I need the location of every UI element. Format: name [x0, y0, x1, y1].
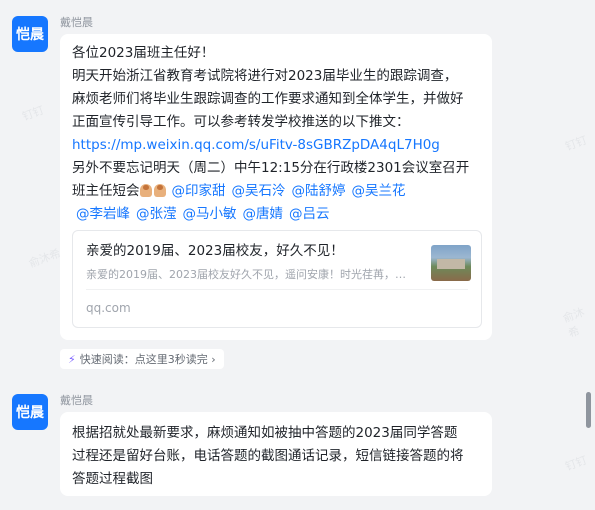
card-title: 亲爱的2019届、2023届校友，好久不见！: [86, 243, 344, 259]
card-thumbnail: [431, 245, 471, 281]
message-line: 麻烦老师们将毕业生跟踪调查的工作要求通知到全体学生，并做好: [72, 91, 464, 107]
watermark: 钉钉: [563, 133, 589, 154]
card-source: qq.com: [86, 301, 131, 315]
link-preview-card[interactable]: 亲爱的2019届、2023届校友，好久不见！ 亲爱的2019届、2023届校友好…: [72, 230, 482, 328]
watermark: 俞沐希: [561, 305, 587, 341]
fist-emoji-icon: [153, 184, 166, 197]
message-line: 正面宣传引导工作。可以参考转发学校推送的以下推文：: [72, 114, 410, 130]
message-line: 明天开始浙江省教育考试院将进行对2023届毕业生的跟踪调查，: [72, 68, 458, 84]
scrollbar-thumb[interactable]: [586, 392, 591, 428]
fist-emoji-icon: [139, 184, 152, 197]
message-line: 过程还是留好台账，电话答题的截图通话记录，短信链接答题的将: [72, 448, 464, 464]
quick-read-label: 快速阅读：点这里3秒读完 ›: [79, 353, 216, 366]
article-link[interactable]: https://mp.weixin.qq.com/s/uFitv-8sGBRZp…: [72, 134, 480, 157]
card-description: 亲爱的2019届、2023届校友好久不见，遥问安康！时光荏苒，…: [86, 268, 406, 281]
mention[interactable]: @唐婧: [243, 206, 284, 222]
mention[interactable]: @李岩峰: [76, 206, 130, 222]
watermark: 钉钉: [20, 103, 46, 124]
avatar[interactable]: 恺晨: [12, 16, 48, 52]
sender-name[interactable]: 戴恺晨: [60, 392, 93, 408]
mention[interactable]: @陆舒婷: [292, 183, 346, 199]
magic-wand-icon: ⚡: [68, 352, 76, 366]
message-line-mentions: 班主任短会 @印家甜 @吴石泠 @陆舒婷 @吴兰花: [72, 180, 480, 203]
mention[interactable]: @吕云: [289, 206, 330, 222]
avatar[interactable]: 恺晨: [12, 394, 48, 430]
message-bubble: 各位2023届班主任好！ 明天开始浙江省教育考试院将进行对2023届毕业生的跟踪…: [60, 34, 492, 340]
mention[interactable]: @张滢: [136, 206, 177, 222]
sender-name[interactable]: 戴恺晨: [60, 14, 93, 30]
message-bubble: 根据招就处最新要求，麻烦通知如被抽中答题的2023届同学答题 过程还是留好台账，…: [60, 412, 492, 496]
divider: [86, 289, 468, 290]
message-line: 答题过程截图: [72, 471, 153, 487]
message-line: 另外不要忘记明天（周二）中午12:15分在行政楼2301会议室召开: [72, 160, 470, 176]
message-line-mentions: @李岩峰 @张滢 @马小敏 @唐婧 @吕云: [72, 203, 480, 226]
mention[interactable]: @吴石泠: [232, 183, 286, 199]
quick-read-button[interactable]: ⚡ 快速阅读：点这里3秒读完 ›: [60, 349, 224, 369]
message-line: 根据招就处最新要求，麻烦通知如被抽中答题的2023届同学答题: [72, 425, 458, 441]
mention[interactable]: @马小敏: [183, 206, 237, 222]
mention[interactable]: @印家甜: [172, 183, 226, 199]
message-text: 班主任短会: [72, 183, 140, 199]
watermark: 俞沐希: [26, 246, 63, 271]
mention[interactable]: @吴兰花: [352, 183, 406, 199]
watermark: 钉钉: [563, 453, 589, 474]
message-line: 各位2023届班主任好！: [72, 45, 215, 61]
